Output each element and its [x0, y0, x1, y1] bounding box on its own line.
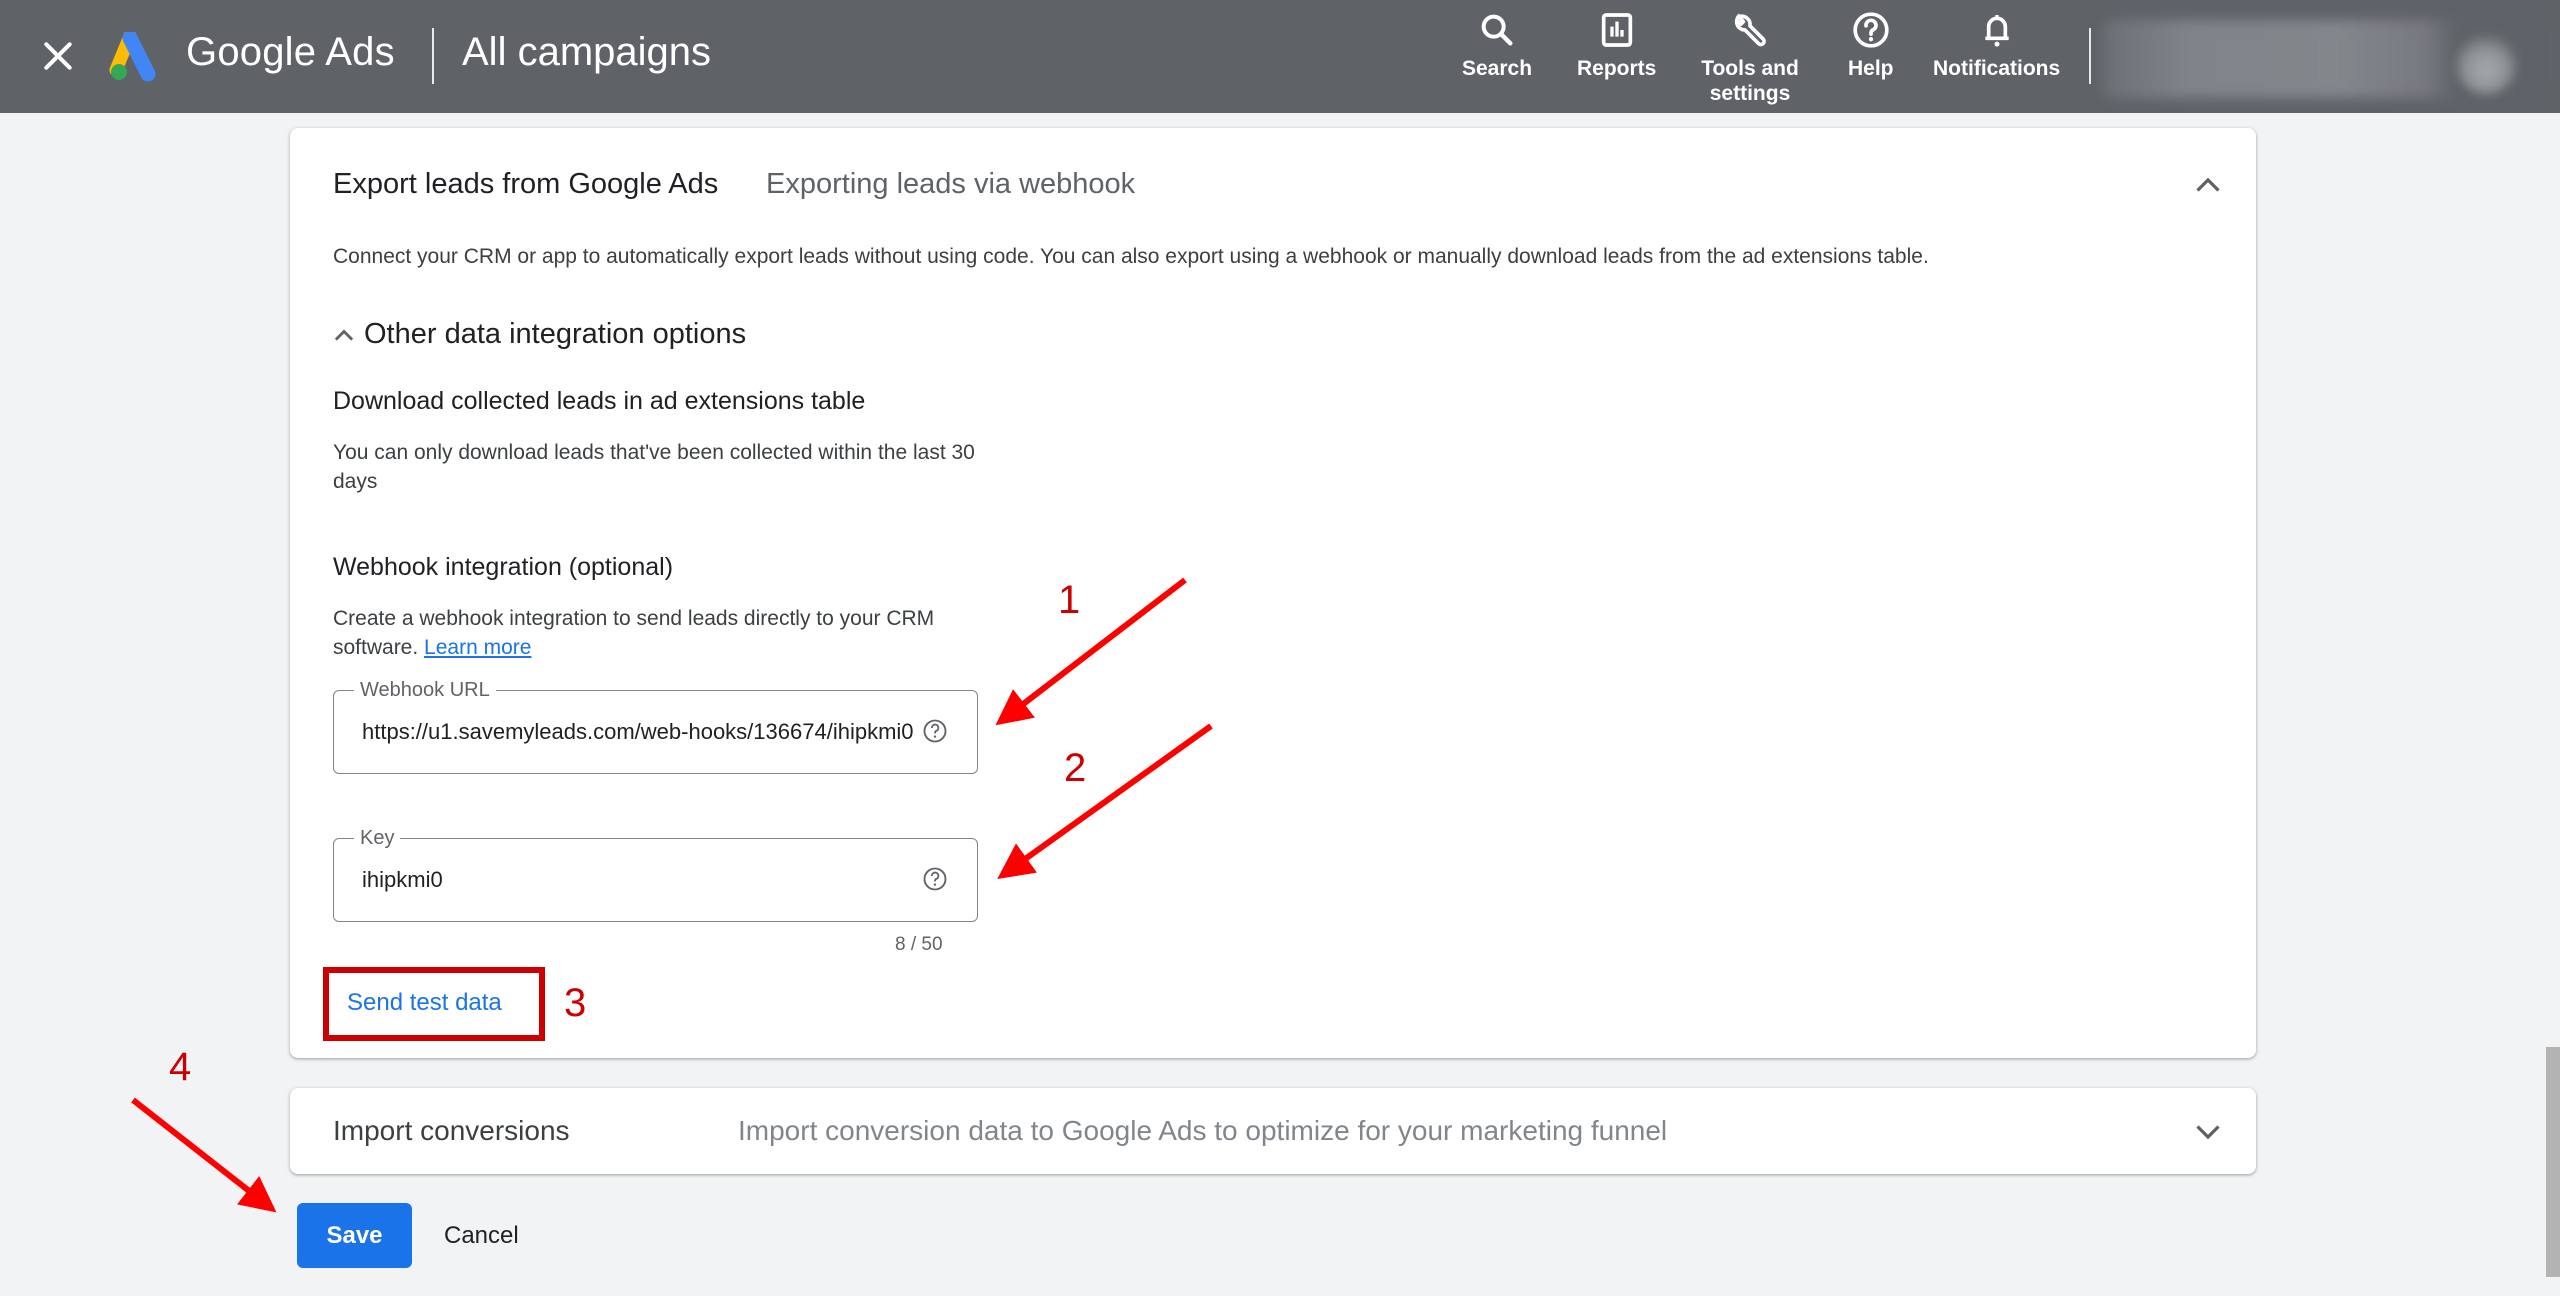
cancel-button[interactable]: Cancel: [430, 1203, 533, 1268]
nav-reports[interactable]: Reports: [1577, 10, 1656, 81]
import-conversions-card[interactable]: Import conversions Import conversion dat…: [290, 1088, 2256, 1174]
google-ads-logo: [109, 32, 156, 82]
reports-icon: [1601, 13, 1632, 47]
bell-icon: [1984, 15, 2009, 47]
download-heading: Download collected leads in ad extension…: [333, 387, 866, 415]
key-label: Key: [354, 826, 401, 850]
webhook-body: Create a webhook integration to send lea…: [333, 604, 993, 662]
page-title: All campaigns: [462, 30, 712, 74]
help-circle-icon[interactable]: [921, 717, 949, 745]
help-circle-icon[interactable]: [921, 865, 949, 893]
avatar[interactable]: [2456, 34, 2516, 94]
help-icon: [1853, 12, 1889, 48]
export-card-title: Export leads from Google Ads: [333, 168, 719, 200]
download-body: You can only download leads that've been…: [333, 441, 975, 493]
key-input[interactable]: [362, 867, 927, 893]
key-character-counter: 8 / 50: [895, 934, 943, 955]
webhook-url-input[interactable]: [362, 719, 927, 745]
nav-search[interactable]: Search: [1462, 10, 1532, 81]
key-field[interactable]: Key: [333, 826, 978, 922]
learn-more-link[interactable]: Learn more: [424, 636, 531, 659]
send-test-data-button[interactable]: Send test data: [347, 989, 502, 1017]
search-icon: [1481, 14, 1513, 46]
webhook-url-label: Webhook URL: [354, 678, 496, 702]
annotation-number-1: 1: [1058, 578, 1081, 622]
nav-divider: [2089, 28, 2091, 84]
nav-tools-settings[interactable]: Tools and settings: [1700, 10, 1800, 106]
scrollbar-thumb[interactable]: [2546, 1047, 2560, 1277]
nav-help[interactable]: Help: [1848, 10, 1894, 81]
other-options-label: Other data integration options: [364, 318, 747, 350]
webhook-url-field[interactable]: Webhook URL: [333, 678, 978, 774]
nav-reports-label: Reports: [1577, 57, 1657, 80]
wrench-icon: [1734, 13, 1766, 47]
export-card-subtitle: Exporting leads via webhook: [766, 168, 1136, 200]
other-options-toggle[interactable]: Other data integration options: [330, 318, 746, 351]
save-button[interactable]: Save: [297, 1203, 412, 1268]
annotation-number-4: 4: [169, 1045, 192, 1089]
export-card-description: Connect your CRM or app to automatically…: [333, 245, 1929, 268]
nav-tools-label: Tools and settings: [1701, 57, 1799, 105]
import-card-subtitle: Import conversion data to Google Ads to …: [738, 1115, 1668, 1146]
close-icon[interactable]: [38, 36, 78, 76]
nav-search-label: Search: [1462, 57, 1533, 80]
annotation-number-3: 3: [564, 981, 587, 1025]
annotation-number-2: 2: [1064, 746, 1087, 790]
nav-help-label: Help: [1848, 57, 1894, 80]
brand-name: Google Ads: [186, 30, 395, 74]
webhook-heading: Webhook integration (optional): [333, 553, 674, 581]
brand-divider: [432, 28, 434, 84]
top-app-bar: Google Ads All campaigns Search Reports …: [0, 0, 2560, 113]
annotation-arrow-4: [131, 1097, 277, 1213]
chevron-up-icon[interactable]: [2190, 168, 2226, 204]
chevron-up-icon: [334, 329, 354, 341]
import-card-title: Import conversions: [333, 1115, 570, 1146]
export-leads-card: Export leads from Google Ads Exporting l…: [290, 128, 2256, 1058]
chevron-down-icon[interactable]: [2190, 1113, 2226, 1149]
nav-notifications[interactable]: Notifications: [1933, 10, 2060, 81]
nav-notifications-label: Notifications: [1933, 57, 2061, 80]
